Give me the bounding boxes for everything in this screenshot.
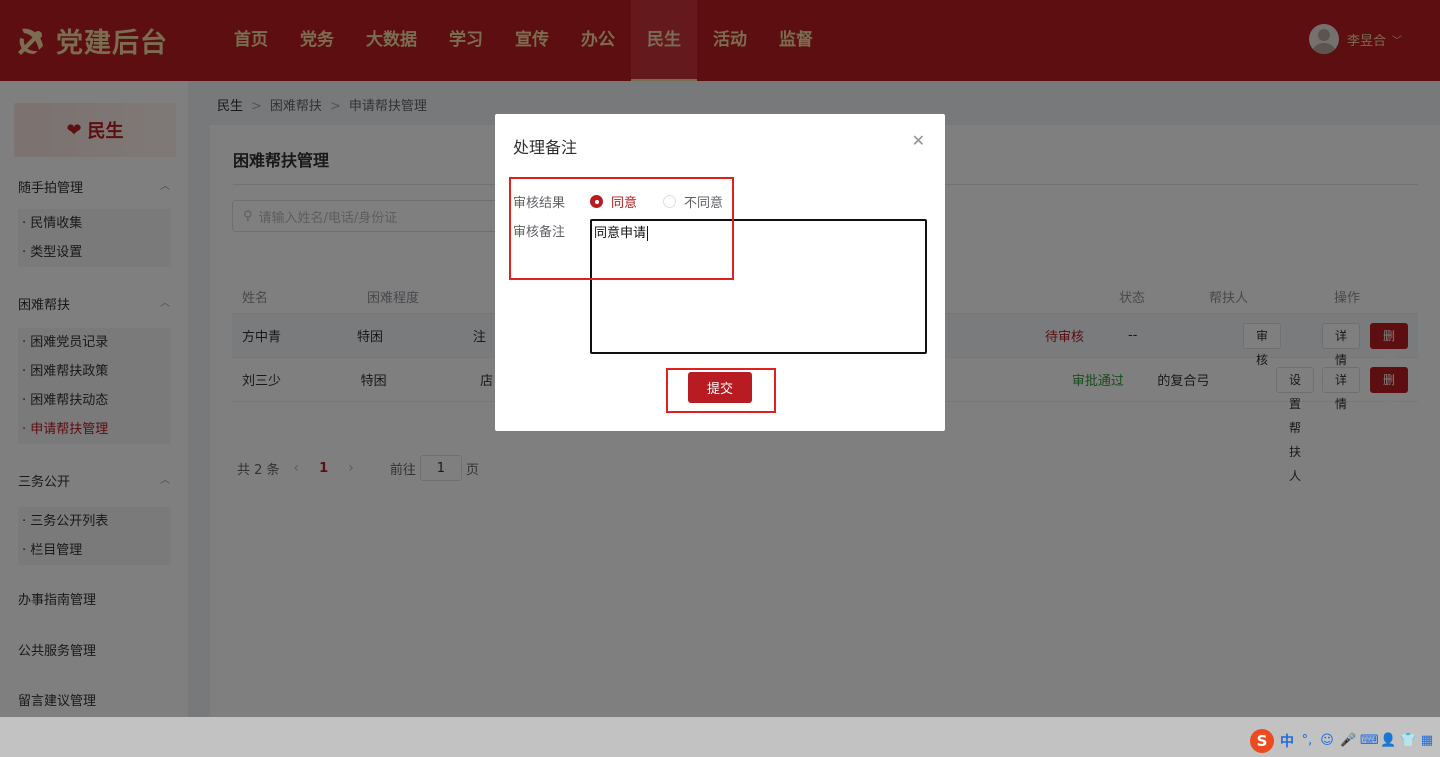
highlight-box-submit	[666, 368, 776, 413]
remark-dialog: 处理备注 ✕ 审核结果 同意 不同意 审核备注 同意申请 提交	[495, 114, 945, 431]
user-icon[interactable]: 👤	[1380, 734, 1396, 748]
close-icon[interactable]: ✕	[912, 131, 925, 150]
dialog-title: 处理备注	[513, 138, 578, 157]
emoji-icon[interactable]: ☺	[1320, 734, 1334, 748]
ime-language[interactable]: 中	[1280, 731, 1294, 751]
grid-icon[interactable]: ▦	[1420, 734, 1434, 748]
highlight-box-form	[509, 177, 734, 280]
skin-icon[interactable]: 👕	[1400, 734, 1416, 748]
microphone-icon[interactable]: 🎤	[1340, 734, 1356, 748]
ime-toolbar: S 中 °, ☺ 🎤 ⌨ 👤 👕 ▦	[1250, 729, 1434, 753]
sogou-logo-icon[interactable]: S	[1250, 729, 1274, 753]
punctuation-icon[interactable]: °,	[1300, 734, 1314, 748]
taskbar: S 中 °, ☺ 🎤 ⌨ 👤 👕 ▦	[0, 717, 1440, 757]
keyboard-icon[interactable]: ⌨	[1360, 734, 1379, 748]
